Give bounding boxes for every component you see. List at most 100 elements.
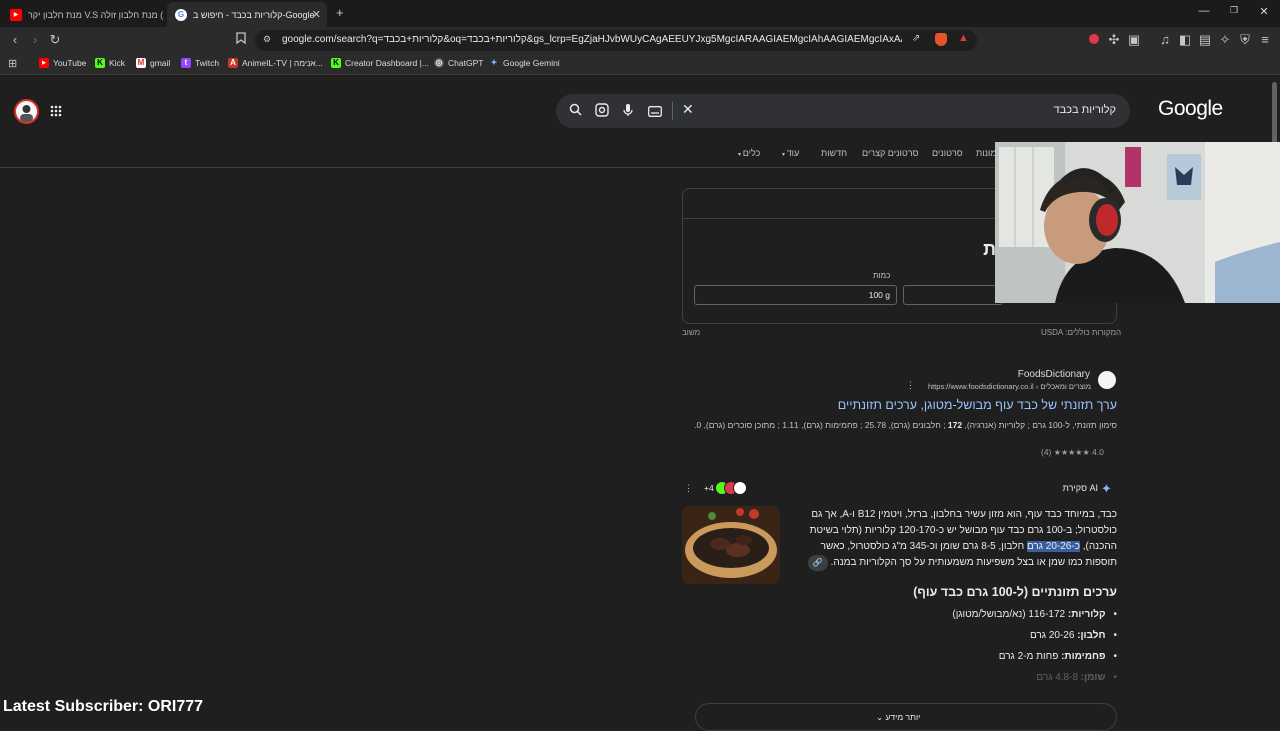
back-icon[interactable]: ‹	[7, 32, 23, 48]
source-avatars[interactable]	[715, 481, 749, 495]
vpn-icon[interactable]: ⛨	[1237, 32, 1253, 48]
site-favicon	[1098, 371, 1116, 389]
share-icon[interactable]: ⇗	[912, 33, 920, 44]
extension-red-icon[interactable]	[1086, 32, 1102, 48]
leo-ai-icon[interactable]: ✧	[1217, 32, 1233, 48]
google-logo[interactable]: Google	[1158, 97, 1223, 121]
snippet-text: ; חלבונים (גרם), 25.78 ; פחמימות (גרם), …	[694, 420, 948, 430]
brave-shield-icon[interactable]	[935, 33, 947, 46]
item-label: שומן:	[1080, 672, 1106, 683]
forward-icon[interactable]: ›	[27, 32, 43, 48]
bookmark-label: YouTube	[53, 58, 87, 68]
result-title-link[interactable]: ערך תזונתי של כבד עוף מבושל-מטוגן, ערכים…	[838, 398, 1117, 412]
screenshot-icon[interactable]: ▣	[1126, 32, 1142, 48]
brave-rewards-icon[interactable]: ▲	[958, 32, 969, 44]
wallet-icon[interactable]: ▤	[1197, 32, 1213, 48]
link-icon[interactable]: 🔗	[807, 555, 828, 571]
feedback-link[interactable]: משוב	[682, 328, 700, 337]
food-select[interactable]	[903, 285, 1003, 305]
bookmark-chatgpt[interactable]: ◎ ChatGPT	[434, 58, 483, 68]
tab-more-label: עוד	[786, 148, 800, 158]
kick-icon: K	[331, 58, 341, 68]
browser-tab[interactable]: ▶ (1) מנת חלבון זולה V.S מנת חלבון יקר	[2, 2, 164, 27]
bookmark-gmail[interactable]: M gmail	[136, 58, 170, 68]
bullet: •	[1113, 630, 1117, 641]
google-apps-icon[interactable]	[50, 104, 62, 117]
snippet-text: סימון תזונתי, ל-100 גרם ; קלוריות (אנרגי…	[962, 420, 1117, 430]
clear-search-icon[interactable]: ✕	[682, 101, 694, 118]
avatar[interactable]	[14, 99, 39, 124]
new-tab-button[interactable]: +	[336, 5, 344, 20]
bookmark-label: Kick	[109, 58, 126, 68]
microphone-icon[interactable]	[623, 103, 633, 122]
liver-dish-image[interactable]	[682, 506, 780, 584]
youtube-icon: ▶	[39, 58, 49, 68]
quantity-input[interactable]: 100 g	[694, 285, 897, 305]
webcam-overlay	[995, 142, 1280, 303]
site-url[interactable]: https://www.foodsdictionary.co.il › מוצר…	[928, 382, 1091, 391]
tab-more[interactable]: ▾ עוד	[782, 148, 799, 158]
url-text[interactable]: google.com/search?q=קלוריות+בכבד&oq=קלור…	[282, 34, 902, 45]
lens-icon[interactable]	[595, 103, 609, 122]
close-icon[interactable]: ✕	[312, 8, 321, 21]
bookmark-animeil[interactable]: A AnimeIL-TV | אנימה...	[228, 58, 323, 68]
result-menu-icon[interactable]: ⋮	[906, 380, 915, 391]
bookmark-label: Google Gemini	[503, 58, 560, 68]
extensions-icon[interactable]: ✣	[1106, 32, 1122, 48]
item-label: קלוריות:	[1067, 609, 1106, 620]
bookmark-gemini[interactable]: ✦ Google Gemini	[489, 58, 560, 68]
bookmark-label: AnimeIL-TV | אנימה...	[242, 58, 323, 68]
music-icon[interactable]: ♫	[1157, 32, 1173, 48]
menu-icon[interactable]: ≡	[1257, 32, 1273, 48]
bullet: •	[1113, 609, 1117, 620]
ai-section-heading: ערכים תזונתיים (ל-100 גרם כבד עוף)	[913, 585, 1117, 599]
bookmark-twitch[interactable]: t Twitch	[181, 58, 219, 68]
bookmark-label: Twitch	[195, 58, 220, 68]
bookmarks-bar: ⊞ ▶ YouTube K Kick M gmail t Twitch A An…	[0, 53, 1280, 75]
tab-tools[interactable]: ▾ כלים	[738, 148, 760, 158]
minimize-icon[interactable]: —	[1196, 5, 1212, 17]
tab-news[interactable]: חדשות	[821, 148, 847, 158]
restore-icon[interactable]: ❐	[1226, 5, 1242, 16]
nutrition-list: • קלוריות: 116-172 (נא/מבושל/מטוגן) • חלבו…	[780, 609, 1117, 693]
bookmark-creator-dashboard[interactable]: K Creator Dashboard |...	[331, 58, 429, 68]
tab-label: קלוריות בכבד - חיפוש ב-Google	[193, 9, 315, 20]
bookmark-icon[interactable]	[233, 32, 249, 48]
result-snippet: סימון תזונתי, ל-100 גרם ; קלוריות (אנרגי…	[682, 418, 1117, 432]
ai-sparkle-icon: ✦	[1101, 481, 1112, 496]
star-rating-icon: ★★★★★	[1053, 448, 1090, 457]
apps-grid-icon[interactable]: ⊞	[8, 57, 17, 70]
tab-videos[interactable]: סרטונים	[932, 148, 963, 158]
ai-sources-count[interactable]: +4	[704, 483, 714, 493]
bookmark-label: Creator Dashboard |...	[345, 58, 429, 68]
nutrition-source: המקורות כוללים: USDA	[1041, 328, 1122, 337]
sidebar-icon[interactable]: ◧	[1177, 32, 1193, 48]
search-query[interactable]: קלוריות בכבד	[1054, 104, 1116, 116]
keyboard-icon[interactable]	[648, 104, 662, 122]
tab-shorts[interactable]: סרטונים קצרים	[862, 148, 918, 158]
review-count: (4)	[1041, 447, 1052, 457]
ai-menu-icon[interactable]: ⋮	[684, 483, 693, 494]
address-bar[interactable]: ⚙ google.com/search?q=קלוריות+בכבד&oq=קל…	[255, 30, 977, 51]
bookmark-kick[interactable]: K Kick	[95, 58, 125, 68]
site-info-icon[interactable]: ⚙	[263, 34, 271, 45]
site-name[interactable]: FoodsDictionary	[1018, 369, 1090, 380]
item-value: 116-172 (נא/מבושל/מטוגן)	[952, 609, 1068, 620]
gemini-icon: ✦	[490, 58, 498, 67]
bookmark-youtube[interactable]: ▶ YouTube	[39, 58, 86, 68]
chatgpt-icon: ◎	[434, 58, 444, 68]
bullet: •	[1113, 651, 1117, 662]
ai-overview-label: סקירת AI	[1062, 483, 1098, 493]
source-avatar	[733, 481, 747, 495]
ai-overview-paragraph: כבד, במיוחד כבד עוף, הוא מזון עשיר בחלבו…	[800, 507, 1117, 571]
browser-tab-active[interactable]: G קלוריות בכבד - חיפוש ב-Google ✕	[167, 2, 327, 27]
item-value: 4.8-8 גרם	[1036, 672, 1081, 683]
search-icon[interactable]	[569, 103, 582, 121]
close-window-icon[interactable]: ✕	[1256, 5, 1272, 18]
list-item: • קלוריות: 116-172 (נא/מבושל/מטוגן)	[780, 609, 1117, 630]
google-search-box[interactable]: ✕ קלוריות בכבד	[556, 94, 1130, 128]
reload-icon[interactable]: ↻	[47, 32, 63, 48]
show-more-button[interactable]: ⌄ יותר מידע	[695, 703, 1117, 731]
show-more-text: יותר מידע	[885, 712, 921, 722]
browser-toolbar: ‹ › ↻ ⚙ google.com/search?q=קלוריות+בכבד…	[0, 27, 1280, 53]
